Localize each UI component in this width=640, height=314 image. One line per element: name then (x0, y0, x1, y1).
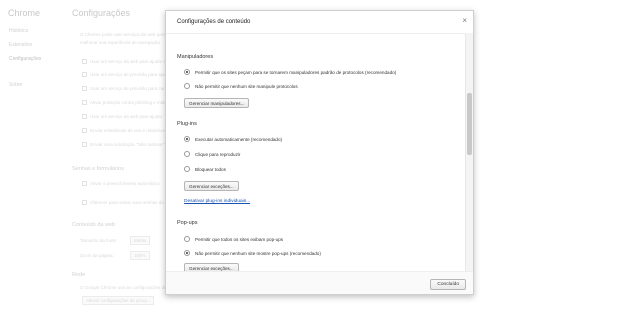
radio-button[interactable] (184, 166, 190, 172)
popups-block-option[interactable]: Não permitir que nenhum site mostre pop-… (184, 250, 321, 256)
plugins-section-title: Plug-ins (177, 121, 197, 127)
radio-button[interactable] (184, 236, 190, 242)
option-label: Não permitir que nenhum site mostre pop-… (195, 250, 321, 256)
plugins-run-option[interactable]: Executar automaticamente (recomendado) (184, 136, 282, 142)
manage-popup-exceptions-button[interactable]: Gerenciar exceções... (184, 263, 239, 271)
plugins-block-option[interactable]: Bloquear todos (184, 166, 226, 172)
close-icon[interactable]: × (462, 17, 467, 25)
dialog-footer: Concluído (166, 271, 473, 294)
option-label: Permitir que os sites peçam para se torn… (195, 69, 397, 75)
dialog-body: Manipuladores Permitir que os sites peça… (166, 33, 466, 271)
manage-handlers-button[interactable]: Gerenciar manipuladores... (184, 98, 250, 108)
radio-button[interactable] (184, 136, 190, 142)
option-label: Clique para reproduzir (195, 151, 241, 157)
option-label: Bloquear todos (195, 166, 226, 172)
handlers-allow-option[interactable]: Permitir que os sites peçam para se torn… (184, 69, 396, 75)
popups-section-title: Pop-ups (177, 220, 198, 226)
radio-button[interactable] (184, 151, 190, 157)
scrollbar-thumb[interactable] (467, 93, 472, 155)
plugins-click-option[interactable]: Clique para reproduzir (184, 151, 240, 157)
option-label: Executar automaticamente (recomendado) (195, 136, 283, 142)
handlers-block-option[interactable]: Não permitir que nenhum site manipule pr… (184, 83, 298, 89)
option-label: Não permitir que nenhum site manipule pr… (195, 83, 298, 89)
dialog-title: Configurações de conteúdo (177, 19, 251, 25)
content-settings-dialog: Configurações de conteúdo × Manipuladore… (165, 10, 474, 295)
dialog-scrollbar[interactable] (465, 33, 473, 271)
popups-allow-option[interactable]: Permitir que todos os sites exibam pop-u… (184, 236, 283, 242)
radio-button[interactable] (184, 83, 190, 89)
option-label: Permitir que todos os sites exibam pop-u… (195, 236, 284, 242)
disable-plugins-link[interactable]: Desativar plug-ins individuais... (184, 199, 250, 204)
radio-button[interactable] (184, 250, 190, 256)
done-button[interactable]: Concluído (430, 279, 466, 290)
manage-plugin-exceptions-button[interactable]: Gerenciar exceções... (184, 181, 239, 191)
handlers-section-title: Manipuladores (177, 54, 214, 60)
radio-button[interactable] (184, 69, 190, 75)
